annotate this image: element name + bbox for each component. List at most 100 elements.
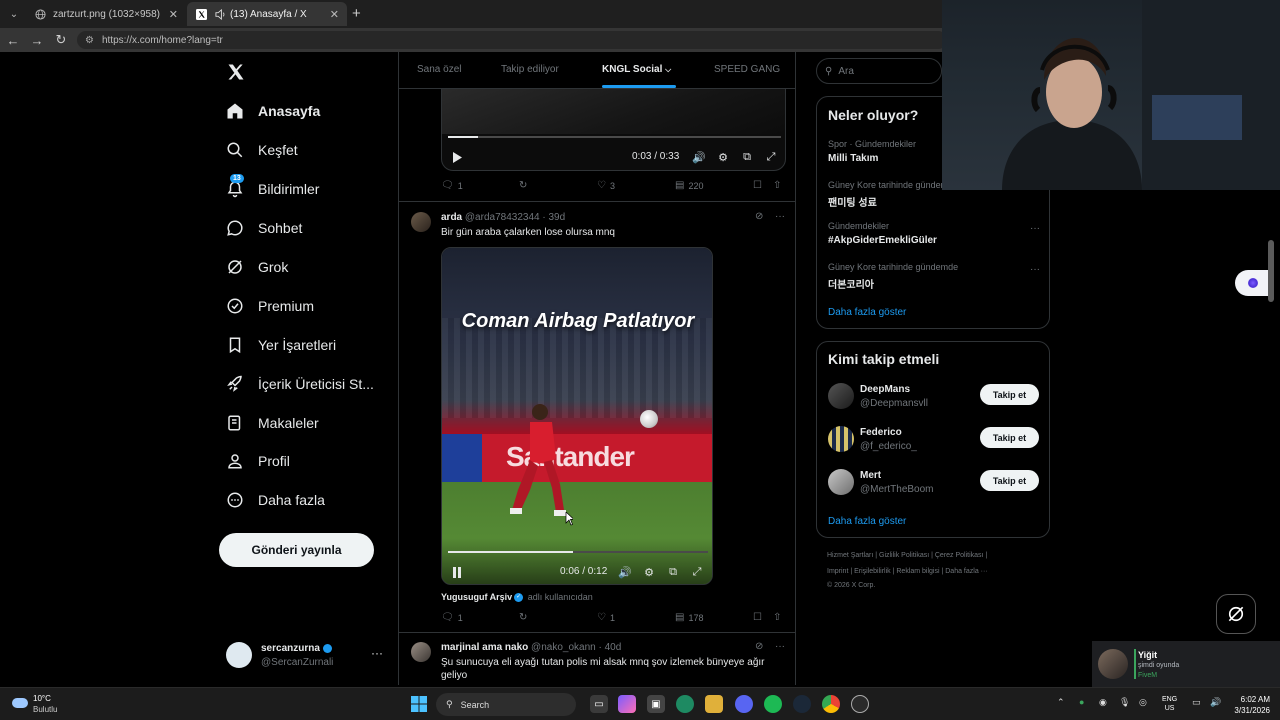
- search-input[interactable]: ⚲ Ara: [816, 58, 942, 84]
- sidebar-item-grok[interactable]: Grok: [226, 254, 288, 280]
- account-switcher[interactable]: sercanzurna @SercanZurnali ···: [226, 638, 386, 672]
- tray-volume-icon[interactable]: 🔊: [1210, 697, 1221, 708]
- pause-icon[interactable]: [450, 565, 464, 579]
- site-settings-icon[interactable]: ⚙: [85, 35, 94, 46]
- store-icon[interactable]: ▣: [647, 695, 665, 713]
- windows-start-icon[interactable]: [410, 695, 428, 713]
- trends-show-more-link[interactable]: Daha fazla göster: [828, 307, 906, 318]
- chrome-icon[interactable]: [822, 695, 840, 713]
- volume-icon[interactable]: 🔊: [618, 565, 632, 579]
- copilot-icon[interactable]: [618, 695, 636, 713]
- tray-network-icon[interactable]: ◎: [1139, 697, 1147, 708]
- browser-tab-x[interactable]: (13) Anasayfa / X ✕: [187, 2, 347, 26]
- close-icon[interactable]: ✕: [169, 8, 178, 21]
- more-options-icon[interactable]: ···: [775, 641, 785, 652]
- volume-icon[interactable]: 🔊: [692, 150, 706, 164]
- grok-icon[interactable]: ⊘: [755, 211, 763, 222]
- tab-list-chevron-icon[interactable]: ⌄: [6, 6, 22, 22]
- discord-activity-popup[interactable]: Yiğit şimdi oyunda FiveM: [1092, 641, 1280, 687]
- discord-icon[interactable]: [735, 695, 753, 713]
- x-logo-icon[interactable]: [226, 62, 246, 82]
- views-button[interactable]: ▤ 178: [675, 612, 703, 623]
- grok-floating-button[interactable]: [1235, 270, 1271, 296]
- tab-kngl-social[interactable]: KNGL Social ⌵: [602, 64, 671, 75]
- bookmark-button[interactable]: ☐: [753, 612, 766, 623]
- speaker-icon[interactable]: [214, 8, 226, 20]
- fullscreen-icon[interactable]: ⤢: [764, 150, 778, 164]
- file-explorer-icon[interactable]: [705, 695, 723, 713]
- sidebar-item-more[interactable]: Daha fazla: [226, 487, 325, 513]
- video-player[interactable]: 0:03 / 0:33 🔊 ⚙ ⧉ ⤢: [441, 89, 786, 171]
- trend-more-icon[interactable]: ···: [1030, 223, 1040, 234]
- follow-show-more-link[interactable]: Daha fazla göster: [828, 516, 906, 527]
- sidebar-item-creator-studio[interactable]: İçerik Üreticisi St...: [226, 371, 374, 397]
- sidebar-item-bookmarks[interactable]: Yer İşaretleri: [226, 332, 336, 358]
- play-icon[interactable]: [450, 150, 464, 164]
- post-button[interactable]: Gönderi yayınla: [219, 533, 374, 567]
- sidebar-item-chat[interactable]: Sohbet: [226, 215, 302, 241]
- tab-for-you[interactable]: Sana özel: [417, 64, 461, 75]
- task-view-icon[interactable]: ▭: [590, 695, 608, 713]
- browser-tab-image[interactable]: zartzurt.png (1032×958) ✕: [26, 2, 186, 26]
- input-language[interactable]: ENG US: [1162, 695, 1177, 713]
- taskbar-search[interactable]: ⚲ Search: [436, 693, 576, 716]
- pip-icon[interactable]: ⧉: [666, 565, 680, 579]
- taskbar-clock[interactable]: 6:02 AM 3/31/2026: [1228, 694, 1270, 716]
- like-button[interactable]: ♡ 1: [597, 612, 615, 623]
- trend-item[interactable]: Güney Kore tarihinde gündemde 더본코리아 ···: [828, 262, 1040, 291]
- tray-app-icon[interactable]: ●: [1079, 697, 1084, 707]
- reload-icon[interactable]: ↻: [52, 31, 70, 49]
- share-button[interactable]: ⇧: [773, 180, 785, 191]
- steam-icon[interactable]: [793, 695, 811, 713]
- settings-gear-icon[interactable]: ⚙: [716, 150, 730, 164]
- sidebar-item-home[interactable]: Anasayfa: [226, 98, 320, 124]
- edge-icon[interactable]: [676, 695, 694, 713]
- more-options-icon[interactable]: ···: [775, 211, 785, 222]
- follow-suggestion[interactable]: Mert @MertTheBoom Takip et: [828, 468, 1040, 498]
- bookmark-button[interactable]: ☐: [753, 180, 766, 191]
- author-name[interactable]: arda: [441, 212, 462, 223]
- follow-button[interactable]: Takip et: [980, 427, 1039, 448]
- sidebar-item-profile[interactable]: Profil: [226, 448, 290, 474]
- tab-following[interactable]: Takip ediliyor: [501, 64, 559, 75]
- follow-suggestion[interactable]: DeepMans @Deepmansvll Takip et: [828, 382, 1040, 412]
- pip-icon[interactable]: ⧉: [740, 150, 754, 164]
- sidebar-item-articles[interactable]: Makaleler: [226, 410, 319, 436]
- forward-arrow-icon[interactable]: →: [28, 31, 46, 49]
- author-name[interactable]: marjinal ama nako: [441, 642, 528, 653]
- author-handle[interactable]: @nako_okann · 40d: [531, 642, 621, 653]
- account-more-icon[interactable]: ···: [371, 646, 383, 660]
- follow-button[interactable]: Takip et: [980, 384, 1039, 405]
- share-button[interactable]: ⇧: [773, 612, 785, 623]
- reply-button[interactable]: 🗨 1: [441, 180, 463, 191]
- sidebar-item-notifications[interactable]: 13 Bildirimler: [226, 174, 319, 202]
- video-progress-bar[interactable]: [448, 136, 781, 138]
- spotify-icon[interactable]: [764, 695, 782, 713]
- like-button[interactable]: ♡ 3: [597, 180, 615, 191]
- footer-links[interactable]: Imprint | Erişilebilirlik | Reklam bilgi…: [827, 568, 988, 575]
- fullscreen-icon[interactable]: ⤢: [690, 565, 704, 579]
- avatar[interactable]: [411, 212, 431, 232]
- author-handle[interactable]: @arda78432344 · 39d: [465, 212, 565, 223]
- trend-more-icon[interactable]: ···: [1030, 264, 1040, 275]
- settings-gear-icon[interactable]: ⚙: [642, 565, 656, 579]
- views-button[interactable]: ▤ 220: [675, 180, 703, 191]
- tray-mic-icon[interactable]: 🎙: [1119, 697, 1130, 708]
- tray-steam-icon[interactable]: ◉: [1099, 697, 1107, 708]
- new-tab-plus-icon[interactable]: +: [352, 5, 361, 22]
- address-bar[interactable]: ⚙ https://x.com/home?lang=tr: [77, 31, 947, 49]
- back-arrow-icon[interactable]: ←: [4, 31, 22, 49]
- video-source-attribution[interactable]: Yugusuguf Arşiv ✓ adlı kullanıcıdan: [441, 592, 593, 603]
- tab-speed-gang[interactable]: SPEED GANG: [714, 64, 780, 75]
- grok-chat-button[interactable]: [1216, 594, 1256, 634]
- app-icon[interactable]: [851, 695, 869, 713]
- video-progress-bar[interactable]: [448, 551, 708, 553]
- scrollbar-thumb[interactable]: [1268, 240, 1274, 302]
- follow-suggestion[interactable]: Federico @f_ederico_ Takip et: [828, 425, 1040, 455]
- sidebar-item-explore[interactable]: Keşfet: [226, 137, 298, 163]
- repost-button[interactable]: ↻: [519, 612, 531, 623]
- trend-item[interactable]: Gündemdekiler #AkpGiderEmekliGüler ···: [828, 221, 1040, 246]
- reply-button[interactable]: 🗨 1: [441, 612, 463, 623]
- avatar[interactable]: [411, 642, 431, 662]
- follow-button[interactable]: Takip et: [980, 470, 1039, 491]
